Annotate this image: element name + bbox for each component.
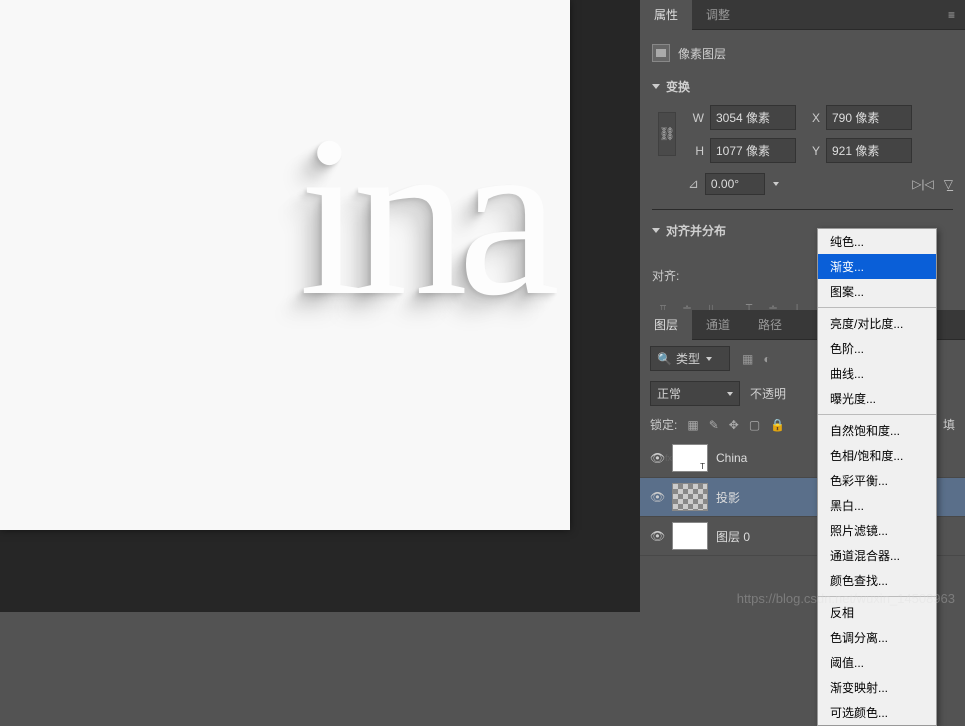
visibility-icon[interactable]: 👁 xyxy=(650,490,664,504)
blend-mode-select[interactable]: 正常 xyxy=(650,381,740,406)
properties-panel-tabs: 属性 调整 ≡ xyxy=(640,0,965,30)
menu-gradient-map[interactable]: 渐变映射... xyxy=(818,675,936,700)
lock-pixels-icon[interactable]: ✎ xyxy=(709,418,719,432)
menu-exposure[interactable]: 曝光度... xyxy=(818,386,936,411)
filter-type-select[interactable]: 🔍 类型 xyxy=(650,346,730,371)
fill-label: 填 xyxy=(943,416,955,433)
tab-properties[interactable]: 属性 xyxy=(640,0,692,30)
angle-icon xyxy=(688,176,699,192)
lock-transparency-icon[interactable]: ▦ xyxy=(687,418,698,432)
menu-black-white[interactable]: 黑白... xyxy=(818,493,936,518)
layer-thumbnail[interactable]: fx xyxy=(672,444,708,472)
blend-mode-value: 正常 xyxy=(657,385,681,402)
layer-name: 图层 0 xyxy=(716,528,750,545)
link-wh-icon[interactable]: ⛓ xyxy=(658,112,676,156)
flip-horizontal-icon[interactable]: ▷|◁ xyxy=(912,177,934,191)
transform-section-header[interactable]: 变换 xyxy=(652,72,953,101)
watermark: https://blog.csdn.net/wuxin_14508963 xyxy=(737,591,955,606)
rotation-dropdown-icon[interactable] xyxy=(773,182,779,186)
lock-artboard-icon[interactable]: ▢ xyxy=(749,418,760,432)
flip-vertical-icon[interactable]: ▽̲ xyxy=(944,177,953,191)
menu-photo-filter[interactable]: 照片滤镜... xyxy=(818,518,936,543)
search-icon: 🔍 xyxy=(657,352,672,366)
layer-name: China xyxy=(716,451,747,465)
menu-curves[interactable]: 曲线... xyxy=(818,361,936,386)
tab-layers[interactable]: 图层 xyxy=(640,310,692,340)
height-input[interactable]: 1077 像素 xyxy=(710,138,796,163)
visibility-icon[interactable]: 👁 xyxy=(650,451,664,465)
h-label: H xyxy=(686,144,704,158)
layer-type-label: 像素图层 xyxy=(678,45,726,62)
canvas-text-content: ina xyxy=(299,83,550,348)
transform-title: 变换 xyxy=(666,78,690,95)
pixel-layer-icon xyxy=(652,44,670,62)
filter-adjustment-icon[interactable]: ◐ xyxy=(763,352,770,366)
adjustment-context-menu: 纯色... 渐变... 图案... 亮度/对比度... 色阶... 曲线... … xyxy=(817,228,937,726)
tab-paths[interactable]: 路径 xyxy=(744,310,796,340)
menu-separator xyxy=(818,414,936,415)
menu-color-balance[interactable]: 色彩平衡... xyxy=(818,468,936,493)
lock-position-icon[interactable]: ✥ xyxy=(729,418,739,432)
menu-threshold[interactable]: 阈值... xyxy=(818,650,936,675)
menu-posterize[interactable]: 色调分离... xyxy=(818,625,936,650)
chevron-down-icon xyxy=(652,228,660,233)
align-title: 对齐并分布 xyxy=(666,222,726,239)
lock-label: 锁定: xyxy=(650,416,677,433)
filter-type-label: 类型 xyxy=(676,350,700,367)
flip-icons: ▷|◁ ▽̲ xyxy=(912,177,953,191)
tab-adjustments[interactable]: 调整 xyxy=(692,0,744,30)
panel-menu-icon[interactable]: ≡ xyxy=(938,8,965,22)
y-label: Y xyxy=(802,144,820,158)
layer-name: 投影 xyxy=(716,489,740,506)
menu-gradient[interactable]: 渐变... xyxy=(818,254,936,279)
menu-brightness-contrast[interactable]: 亮度/对比度... xyxy=(818,311,936,336)
menu-separator xyxy=(818,307,936,308)
layer-type-row: 像素图层 xyxy=(652,38,953,72)
visibility-icon[interactable]: 👁 xyxy=(650,529,664,543)
menu-vibrance[interactable]: 自然饱和度... xyxy=(818,418,936,443)
properties-panel-body: 像素图层 变换 ⛓ W 3054 像素 X 790 像素 H 1077 像素 Y… xyxy=(640,30,965,253)
menu-solid-color[interactable]: 纯色... xyxy=(818,229,936,254)
canvas-area: ina xyxy=(0,0,640,612)
w-label: W xyxy=(686,111,704,125)
menu-channel-mixer[interactable]: 通道混合器... xyxy=(818,543,936,568)
layer-thumbnail[interactable] xyxy=(672,483,708,511)
divider xyxy=(652,209,953,210)
dropdown-icon xyxy=(727,392,733,396)
layer-thumbnail[interactable] xyxy=(672,522,708,550)
filter-pixel-icon[interactable]: ▦ xyxy=(742,352,753,366)
document-canvas[interactable]: ina xyxy=(0,0,570,530)
filter-icons: ▦ ◐ xyxy=(742,352,771,366)
chevron-down-icon xyxy=(652,84,660,89)
tab-channels[interactable]: 通道 xyxy=(692,310,744,340)
x-input[interactable]: 790 像素 xyxy=(826,105,912,130)
lock-all-icon[interactable]: 🔒 xyxy=(770,418,785,432)
x-label: X xyxy=(802,111,820,125)
menu-hue-saturation[interactable]: 色相/饱和度... xyxy=(818,443,936,468)
rotation-input[interactable]: 0.00° xyxy=(705,173,765,195)
menu-pattern[interactable]: 图案... xyxy=(818,279,936,304)
y-input[interactable]: 921 像素 xyxy=(826,138,912,163)
opacity-label: 不透明 xyxy=(750,385,786,402)
transform-grid: ⛓ W 3054 像素 X 790 像素 H 1077 像素 Y 921 像素 xyxy=(652,101,953,163)
width-input[interactable]: 3054 像素 xyxy=(710,105,796,130)
menu-selective-color[interactable]: 可选颜色... xyxy=(818,700,936,725)
menu-color-lookup[interactable]: 颜色查找... xyxy=(818,568,936,593)
rotation-row: 0.00° ▷|◁ ▽̲ xyxy=(652,163,953,203)
dropdown-icon xyxy=(706,357,712,361)
lock-icons-group: ▦ ✎ ✥ ▢ 🔒 xyxy=(687,418,785,432)
menu-levels[interactable]: 色阶... xyxy=(818,336,936,361)
